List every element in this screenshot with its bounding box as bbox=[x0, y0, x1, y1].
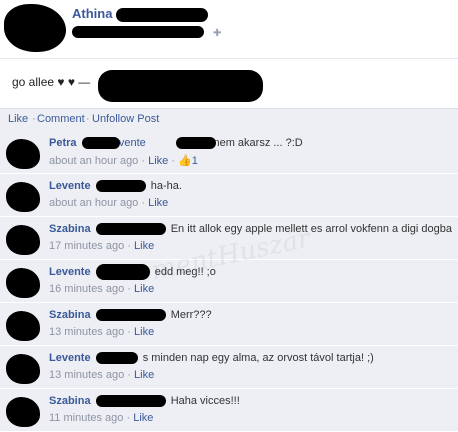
commenter-avatar[interactable] bbox=[6, 397, 40, 427]
author-name[interactable]: Athina bbox=[72, 6, 112, 21]
comment-time[interactable]: 13 minutes ago bbox=[49, 326, 124, 338]
divider bbox=[0, 58, 458, 59]
commenter-name[interactable]: Levente bbox=[49, 180, 91, 192]
like-link[interactable]: Like bbox=[134, 283, 154, 295]
comment-item: Levente s minden nap egy alma, az orvost… bbox=[0, 346, 458, 389]
commenter-name[interactable]: Szabina bbox=[49, 309, 91, 321]
comment-item: Szabina Haha vicces!!! 11 minutes ago · … bbox=[0, 389, 458, 432]
like-count[interactable]: 1 bbox=[192, 155, 198, 167]
commenter-avatar[interactable] bbox=[6, 182, 40, 212]
comment-time[interactable]: 13 minutes ago bbox=[49, 369, 124, 381]
redaction bbox=[96, 395, 166, 407]
like-link[interactable]: Like bbox=[148, 155, 168, 167]
redaction bbox=[96, 264, 150, 280]
comment-time[interactable]: about an hour ago bbox=[49, 155, 138, 167]
comment-meta: 13 minutes ago · Like bbox=[49, 369, 155, 381]
redaction bbox=[96, 309, 166, 321]
comment-item: Petra Levente ebbe nem akarsz ... ?:D ab… bbox=[0, 131, 458, 174]
redaction bbox=[96, 352, 138, 364]
commenter-name[interactable]: Levente bbox=[49, 266, 91, 278]
author-avatar[interactable] bbox=[4, 4, 66, 52]
redaction bbox=[96, 223, 166, 235]
commenter-name[interactable]: Petra bbox=[49, 137, 77, 149]
commenter-name[interactable]: Szabina bbox=[49, 395, 91, 407]
commenter-avatar[interactable] bbox=[6, 311, 40, 341]
comment-text: En itt allok egy apple mellett es arrol … bbox=[170, 223, 452, 235]
comment-item: Levente ha-ha. about an hour ago · Like bbox=[0, 174, 458, 217]
comment-link[interactable]: Comment bbox=[37, 113, 85, 125]
comment-meta: 13 minutes ago · Like bbox=[49, 326, 155, 338]
status-text: go allee ♥ ♥ — bbox=[12, 75, 91, 89]
like-link[interactable]: Like bbox=[148, 197, 168, 209]
unfollow-post-link[interactable]: Unfollow Post bbox=[92, 113, 159, 125]
comment-text: Merr??? bbox=[170, 309, 212, 321]
comment-time[interactable]: 11 minutes ago bbox=[49, 412, 123, 424]
commenter-avatar[interactable] bbox=[6, 354, 40, 384]
comment-time[interactable]: 16 minutes ago bbox=[49, 283, 124, 295]
post-actions-bar: Like · Comment · Unfollow Post bbox=[0, 108, 458, 131]
thumbs-up-icon[interactable]: 👍 bbox=[178, 155, 192, 167]
like-link[interactable]: Like bbox=[134, 240, 154, 252]
comment-meta: 17 minutes ago · Like bbox=[49, 240, 155, 252]
like-link[interactable]: Like bbox=[133, 412, 153, 424]
people-icon: ✚ bbox=[213, 28, 222, 39]
redaction bbox=[98, 70, 263, 102]
comment-meta: about an hour ago · Like bbox=[49, 197, 169, 209]
comment-meta: about an hour ago · Like · 👍1 bbox=[49, 155, 198, 167]
commenter-avatar[interactable] bbox=[6, 268, 40, 298]
commenter-avatar[interactable] bbox=[6, 139, 40, 169]
redaction bbox=[72, 26, 204, 38]
commenter-name[interactable]: Szabina bbox=[49, 223, 91, 235]
comment-item: Szabina Merr??? 13 minutes ago · Like bbox=[0, 303, 458, 346]
like-link[interactable]: Like bbox=[134, 369, 154, 381]
redaction bbox=[82, 137, 120, 149]
redaction bbox=[176, 137, 216, 149]
post-header: Athina ✚ bbox=[0, 0, 458, 58]
comment-text: ha-ha. bbox=[150, 180, 182, 192]
comment-time[interactable]: about an hour ago bbox=[49, 197, 138, 209]
commenter-name[interactable]: Levente bbox=[49, 352, 91, 364]
redaction bbox=[96, 180, 146, 192]
like-link[interactable]: Like bbox=[8, 113, 28, 125]
comment-meta: 11 minutes ago · Like bbox=[49, 412, 154, 424]
like-link[interactable]: Like bbox=[134, 326, 154, 338]
redaction bbox=[116, 8, 208, 22]
comment-meta: 16 minutes ago · Like bbox=[49, 283, 155, 295]
comment-text: Haha vicces!!! bbox=[170, 395, 240, 407]
comment-time[interactable]: 17 minutes ago bbox=[49, 240, 124, 252]
separator: · bbox=[86, 113, 90, 125]
commenter-avatar[interactable] bbox=[6, 225, 40, 255]
comment-text: s minden nap egy alma, az orvost távol t… bbox=[142, 352, 374, 364]
separator: · bbox=[32, 113, 36, 125]
